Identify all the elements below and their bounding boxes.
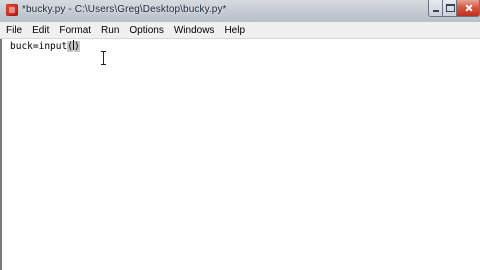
window-title: *bucky.py - C:\Users\Greg\Desktop\bucky.…	[22, 4, 227, 15]
close-button[interactable]	[456, 0, 480, 17]
menu-run[interactable]: Run	[96, 25, 124, 36]
menu-file[interactable]: File	[0, 25, 27, 36]
title-bar[interactable]: *bucky.py - C:\Users\Greg\Desktop\bucky.…	[0, 0, 480, 22]
minimize-button[interactable]	[428, 0, 443, 17]
code-text: buck=input	[10, 41, 68, 52]
menu-edit[interactable]: Edit	[27, 25, 54, 36]
maximize-button[interactable]	[442, 0, 457, 17]
idle-editor-window: *bucky.py - C:\Users\Greg\Desktop\bucky.…	[0, 0, 480, 270]
code-line-1[interactable]: buck=input()	[10, 40, 80, 52]
menu-windows[interactable]: Windows	[169, 25, 220, 36]
menu-bar: File Edit Format Run Options Windows Hel…	[0, 22, 480, 39]
menu-options[interactable]: Options	[124, 25, 168, 36]
python-idle-icon[interactable]	[6, 4, 18, 16]
menu-help[interactable]: Help	[219, 25, 250, 36]
menu-format[interactable]: Format	[54, 25, 96, 36]
i-beam-cursor-icon	[101, 51, 106, 65]
close-paren-highlight: )	[73, 41, 80, 52]
code-editor[interactable]: buck=input()	[0, 39, 480, 270]
